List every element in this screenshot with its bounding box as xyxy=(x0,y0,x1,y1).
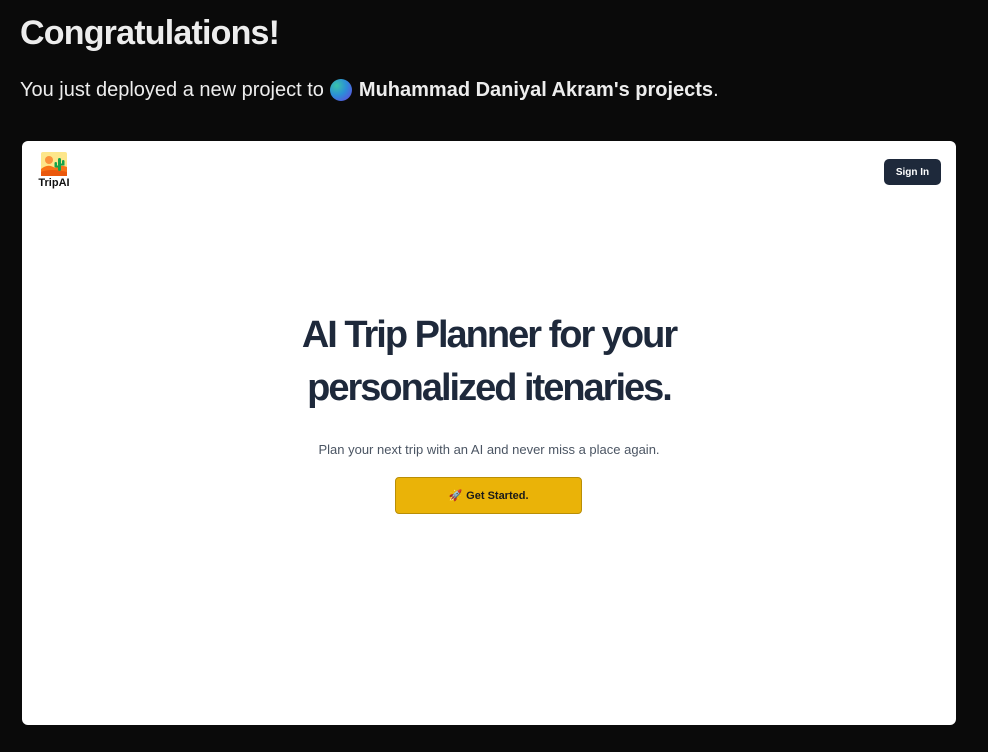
hero-subtitle: Plan your next trip with an AI and never… xyxy=(318,442,660,457)
desert-cactus-logo-icon xyxy=(41,152,67,176)
brand-name: TripAI xyxy=(38,177,70,189)
hero-title-line-2: personalized itenaries. xyxy=(307,367,673,409)
tripai-logo[interactable]: TripAI xyxy=(36,152,72,189)
team-name[interactable]: Muhammad Daniyal Akram's projects xyxy=(359,77,713,103)
deployment-preview[interactable]: TripAI Sign In AI Trip Planner for your … xyxy=(22,141,956,725)
get-started-button[interactable]: 🚀 Get Started. xyxy=(395,477,582,514)
deploy-message: You just deployed a new project to Muham… xyxy=(20,77,719,103)
hero-title: AI Trip Planner for your personalized it… xyxy=(22,309,956,415)
sign-in-button[interactable]: Sign In xyxy=(884,159,941,185)
rocket-icon: 🚀 xyxy=(448,490,463,502)
team-avatar-icon xyxy=(329,79,352,101)
page-title: Congratulations! xyxy=(20,14,280,52)
get-started-label: Get Started. xyxy=(466,489,529,502)
deploy-message-suffix: . xyxy=(713,79,719,101)
hero-title-line-1: AI Trip Planner for your xyxy=(301,314,678,356)
deploy-message-prefix: You just deployed a new project to xyxy=(20,79,324,101)
